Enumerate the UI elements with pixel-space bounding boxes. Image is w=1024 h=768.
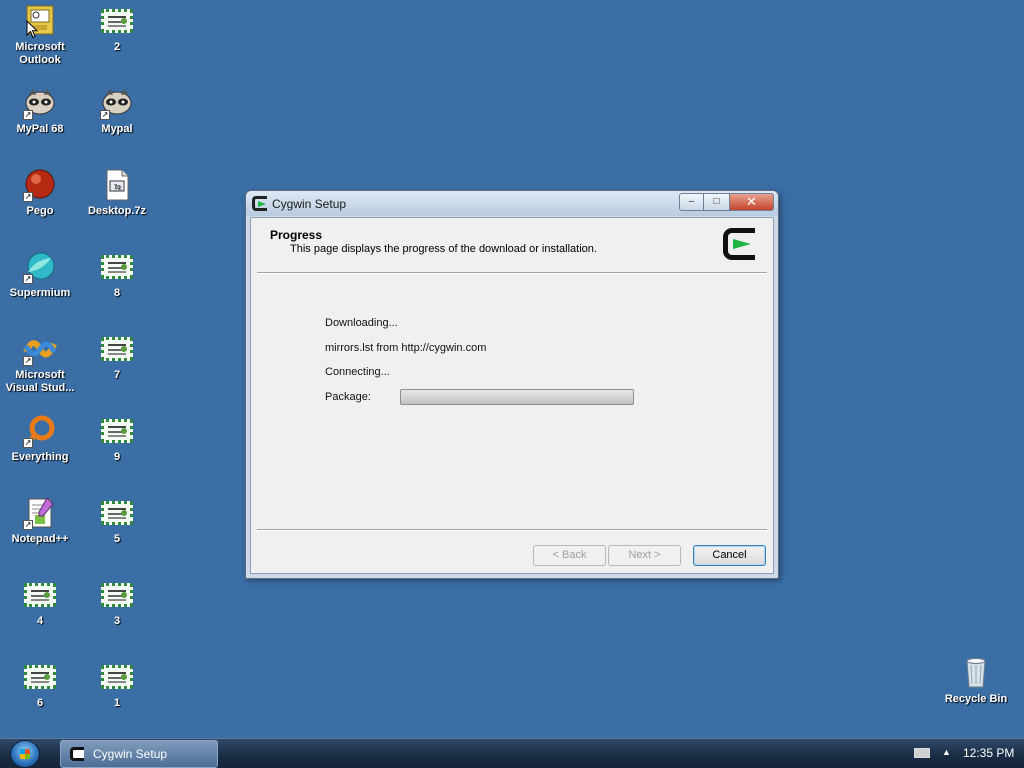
certificate-file-icon <box>100 496 134 530</box>
status-action: Downloading... <box>325 317 398 329</box>
status-state: Connecting... <box>325 366 390 378</box>
start-button[interactable] <box>10 740 40 768</box>
desktop-icon-file-1[interactable]: 1 <box>77 660 157 710</box>
desktop-icon-file-5[interactable]: 5 <box>77 496 157 546</box>
close-button[interactable]: ✕ <box>729 193 774 211</box>
certificate-file-icon <box>100 332 134 366</box>
shortcut-arrow-icon: ↗ <box>23 192 33 202</box>
cygwin-icon <box>70 747 84 761</box>
certificate-file-icon <box>100 660 134 694</box>
status-detail: mirrors.lst from http://cygwin.com <box>325 342 487 354</box>
desktop-icon-label: 3 <box>113 615 121 627</box>
desktop-icon-microsoft-outlook[interactable]: Microsoft Outlook <box>0 4 80 67</box>
desktop-icon-label: 5 <box>113 533 121 545</box>
desktop-icon-label: Everything <box>11 451 69 463</box>
desktop-icon-file-8[interactable]: 8 <box>77 250 157 300</box>
desktop-icon-file-4[interactable]: 4 <box>0 578 80 628</box>
red-orb-icon: ↗ <box>23 168 57 202</box>
desktop-icon-recycle-bin[interactable]: Recycle Bin <box>936 656 1016 706</box>
certificate-file-icon <box>23 578 57 612</box>
certificate-file-icon <box>100 578 134 612</box>
desktop-icon-label: Microsoft Outlook <box>15 41 65 66</box>
show-hidden-icons-icon[interactable]: ▲ <box>942 747 951 757</box>
certificate-file-icon <box>100 4 134 38</box>
desktop-icon-label: 2 <box>113 41 121 53</box>
visual-studio-icon: ↗ <box>23 332 57 366</box>
keyboard-icon[interactable] <box>914 748 930 758</box>
desktop-icon-label: Recycle Bin <box>944 693 1008 705</box>
taskbar-item-label: Cygwin Setup <box>93 747 168 761</box>
page-title: Progress <box>270 228 323 242</box>
page-description: This page displays the progress of the d… <box>290 243 597 255</box>
next-button[interactable]: Next > <box>608 545 681 566</box>
back-button[interactable]: < Back <box>533 545 606 566</box>
package-label: Package: <box>325 391 371 403</box>
supermium-icon: ↗ <box>23 250 57 284</box>
desktop-icon-mypal-68[interactable]: ↗ MyPal 68 <box>0 86 80 136</box>
desktop-icon-file-6[interactable]: 6 <box>0 660 80 710</box>
certificate-file-icon <box>23 660 57 694</box>
header-divider <box>257 272 767 274</box>
shortcut-arrow-icon: ↗ <box>23 520 33 530</box>
desktop-icon-everything[interactable]: ↗ Everything <box>0 414 80 464</box>
shortcut-arrow-icon: ↗ <box>23 438 33 448</box>
desktop-icon-notepad-plus-plus[interactable]: ↗ Notepad++ <box>0 496 80 546</box>
shortcut-arrow-icon: ↗ <box>23 356 33 366</box>
raccoon-icon: ↗ <box>23 86 57 120</box>
raccoon-icon: ↗ <box>100 86 134 120</box>
window-title: Cygwin Setup <box>272 197 347 211</box>
desktop-icon-label: MyPal 68 <box>16 123 64 135</box>
shortcut-arrow-icon: ↗ <box>23 110 33 120</box>
desktop-icon-desktop-7z[interactable]: 7z Desktop.7z <box>77 168 157 218</box>
desktop-icon-file-9[interactable]: 9 <box>77 414 157 464</box>
desktop-icon-label: 1 <box>113 697 121 709</box>
package-progress-bar <box>400 389 634 405</box>
desktop-icon-file-3[interactable]: 3 <box>77 578 157 628</box>
shortcut-arrow-icon: ↗ <box>100 110 110 120</box>
minimize-button[interactable]: – <box>679 193 704 211</box>
wizard-header: Progress This page displays the progress… <box>251 218 773 273</box>
notepad-plus-plus-icon: ↗ <box>23 496 57 530</box>
desktop-icon-label: Pego <box>26 205 54 217</box>
clock[interactable]: 12:35 PM <box>963 746 1014 760</box>
desktop-icon-label: 9 <box>113 451 121 463</box>
desktop-icon-file-2[interactable]: 2 <box>77 4 157 54</box>
svg-text:7z: 7z <box>114 184 121 191</box>
cygwin-icon <box>252 196 267 211</box>
archive-file-icon: 7z <box>100 168 134 202</box>
desktop-icon-visual-studio[interactable]: ↗ Microsoft Visual Stud... <box>0 332 80 395</box>
desktop-icon-label: 6 <box>36 697 44 709</box>
taskbar-item-cygwin-setup[interactable]: Cygwin Setup <box>60 740 218 768</box>
shortcut-arrow-icon: ↗ <box>23 274 33 284</box>
footer-divider <box>257 529 767 531</box>
everything-search-icon: ↗ <box>23 414 57 448</box>
desktop-icon-label: Mypal <box>101 123 133 135</box>
desktop-icon-label: Desktop.7z <box>87 205 147 217</box>
certificate-file-icon <box>100 414 134 448</box>
certificate-file-icon <box>100 250 134 284</box>
mouse-cursor-icon <box>26 20 38 39</box>
window-controls: – □ ✕ <box>679 193 774 211</box>
cancel-button[interactable]: Cancel <box>693 545 766 566</box>
desktop-icon-label: Microsoft Visual Stud... <box>5 369 75 394</box>
maximize-button[interactable]: □ <box>704 193 729 211</box>
desktop-icon-label: 4 <box>36 615 44 627</box>
desktop-icon-label: 7 <box>113 369 121 381</box>
desktop-icon-label: Notepad++ <box>11 533 69 545</box>
cygwin-logo-icon <box>723 228 755 260</box>
cygwin-setup-window[interactable]: Cygwin Setup – □ ✕ Progress This page di… <box>245 190 779 579</box>
taskbar: Cygwin Setup ▲ 12:35 PM <box>0 738 1024 768</box>
desktop-icon-label: 8 <box>113 287 121 299</box>
desktop-icon-supermium[interactable]: ↗ Supermium <box>0 250 80 300</box>
desktop-icon-file-7[interactable]: 7 <box>77 332 157 382</box>
desktop-icon-pego[interactable]: ↗ Pego <box>0 168 80 218</box>
window-titlebar[interactable]: Cygwin Setup – □ ✕ <box>246 191 778 216</box>
recycle-bin-icon <box>959 656 993 690</box>
desktop-icon-mypal[interactable]: ↗ Mypal <box>77 86 157 136</box>
desktop-icon-label: Supermium <box>9 287 71 299</box>
